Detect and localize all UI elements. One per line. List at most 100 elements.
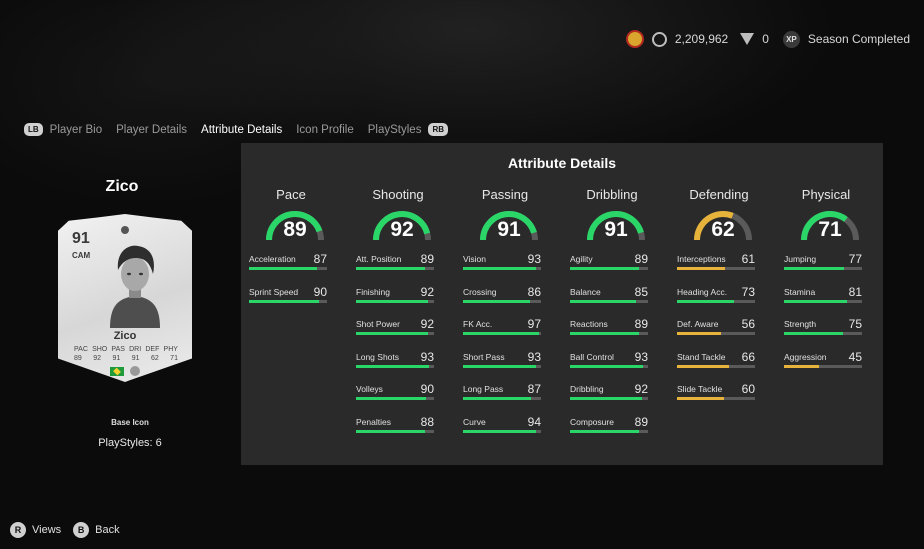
- category-value: 71: [818, 218, 842, 241]
- stat-row: Att. Position 89: [356, 252, 434, 287]
- stat-row: Balance 85: [570, 285, 648, 320]
- stat-bar-fill: [677, 332, 721, 335]
- stat-name: Interceptions: [677, 254, 726, 264]
- stat-name: Volleys: [356, 384, 383, 394]
- stat-bar-fill: [784, 332, 843, 335]
- right-stick-icon[interactable]: R: [10, 522, 26, 538]
- stat-bar-fill: [677, 364, 729, 368]
- category-gauge: 91: [584, 208, 648, 242]
- stat-value: 92: [420, 284, 434, 299]
- attribute-details-panel: Attribute Details Pace 89 Acceleration 87 Sp…: [241, 143, 883, 465]
- category-title: Dribbling: [586, 187, 638, 202]
- player-card[interactable]: 91 CAM Zico PAC SHO PAS DRI DEF PHY 89 9…: [58, 214, 192, 382]
- stat-bar-fill: [356, 267, 426, 270]
- b-button-icon[interactable]: B: [73, 522, 90, 538]
- stat-value: 93: [634, 349, 648, 364]
- tab-attribute-details[interactable]: Attribute Details: [201, 124, 282, 136]
- category-value: 92: [390, 218, 414, 241]
- stat-list: Att. Position 89 Finishing 92 Shot Power 92 Lo…: [356, 252, 434, 449]
- category-title: Pace: [276, 187, 306, 202]
- stat-bar-fill: [677, 299, 734, 303]
- stat-value: 66: [741, 349, 755, 364]
- stat-name: Jumping: [784, 254, 817, 264]
- stat-value: 89: [634, 414, 648, 429]
- tab-playstyles[interactable]: PlayStyles: [368, 124, 422, 136]
- stat-row: FK Acc. 97: [463, 317, 541, 352]
- playstyles-count: PlayStyles: 6: [98, 437, 162, 449]
- stat-value: 92: [634, 382, 648, 396]
- attribute-column-shooting: Shooting 92 Att. Position 89 Finishing 92 Shot…: [356, 187, 434, 449]
- stat-value: 92: [420, 317, 434, 331]
- card-stat-label: PAC: [74, 346, 88, 353]
- category-title: Passing: [481, 187, 529, 202]
- category-title: Physical: [801, 187, 851, 202]
- stat-bar-track: [463, 332, 541, 335]
- back-label[interactable]: Back: [95, 524, 119, 536]
- stat-bar-track: [463, 397, 541, 400]
- stat-value: 90: [420, 382, 434, 396]
- tab-player-bio[interactable]: Player Bio: [50, 124, 102, 136]
- card-stat-label: DRI: [129, 346, 142, 353]
- stat-name: Dribbling: [570, 384, 604, 394]
- card-stat-values: 89 92 91 91 62 71: [74, 355, 178, 362]
- stat-value: 93: [420, 349, 434, 364]
- stat-bar-fill: [570, 267, 640, 270]
- tab-icon-profile[interactable]: Icon Profile: [296, 124, 354, 136]
- stat-value: 87: [313, 252, 327, 266]
- stat-bar-fill: [570, 332, 640, 335]
- stat-name: Composure: [570, 416, 614, 427]
- stat-bar-fill: [463, 299, 531, 303]
- stat-bar-fill: [570, 364, 643, 368]
- stat-bar-track: [677, 364, 755, 368]
- club-badge-icon: [625, 30, 644, 48]
- stat-row: Finishing 92: [356, 284, 434, 320]
- attribute-column-defending: Defending 62 Interceptions 61 Heading Acc. 73…: [677, 187, 755, 417]
- stat-bar-track: [463, 429, 541, 433]
- stat-row: Def. Aware 56: [677, 317, 755, 352]
- stat-row: Volleys 90: [356, 382, 434, 417]
- controller-hints: R Views B Back: [10, 522, 132, 538]
- stat-bar-fill: [570, 429, 640, 433]
- card-stat-value: 92: [93, 355, 102, 362]
- stat-bar-fill: [356, 429, 425, 433]
- stat-bar-fill: [463, 364, 536, 368]
- category-value: 91: [497, 218, 521, 241]
- stat-row: Ball Control 93: [570, 349, 648, 385]
- stat-bar-fill: [356, 299, 428, 303]
- stat-row: Stamina 81: [784, 285, 862, 320]
- card-stat-label: PHY: [163, 346, 178, 353]
- lb-bumper-icon[interactable]: LB: [24, 123, 43, 136]
- category-value: 91: [604, 218, 628, 241]
- stat-row: Shot Power 92: [356, 317, 434, 352]
- stat-bar-fill: [463, 397, 531, 400]
- stat-bar-fill: [570, 397, 642, 400]
- stat-row: Long Pass 87: [463, 382, 541, 417]
- stat-name: Def. Aware: [677, 319, 719, 329]
- stat-list: Vision 93 Crossing 86 FK Acc. 97 Short Pass 93 L…: [463, 252, 541, 449]
- stat-row: Agility 89: [570, 252, 648, 287]
- card-position: CAM: [72, 251, 91, 260]
- tab-player-details[interactable]: Player Details: [116, 124, 187, 136]
- stat-bar-track: [356, 267, 434, 270]
- stat-bar-fill: [463, 332, 539, 335]
- stat-bar-track: [356, 299, 434, 303]
- stat-bar-track: [249, 267, 327, 270]
- coin-balance: 2,209,962: [674, 32, 729, 46]
- rb-bumper-icon[interactable]: RB: [428, 123, 449, 136]
- stat-value: 89: [634, 252, 648, 266]
- stat-name: Long Pass: [463, 384, 504, 394]
- panel-title: Attribute Details: [507, 155, 617, 171]
- stat-value: 73: [741, 284, 755, 299]
- stat-name: Att. Position: [356, 254, 402, 264]
- attribute-column-pace: Pace 89 Acceleration 87 Sprint Speed 90: [249, 187, 327, 319]
- views-label[interactable]: Views: [32, 524, 61, 536]
- stat-bar-track: [356, 364, 434, 368]
- stat-row: Crossing 86: [463, 285, 541, 320]
- league-emblem-icon: [130, 366, 140, 376]
- stat-bar-fill: [356, 397, 427, 400]
- stat-bar-track: [677, 332, 755, 335]
- stat-value: 89: [420, 252, 434, 266]
- stat-row: Reactions 89: [570, 317, 648, 352]
- stat-bar-fill: [570, 299, 637, 303]
- stat-bar-track: [677, 299, 755, 303]
